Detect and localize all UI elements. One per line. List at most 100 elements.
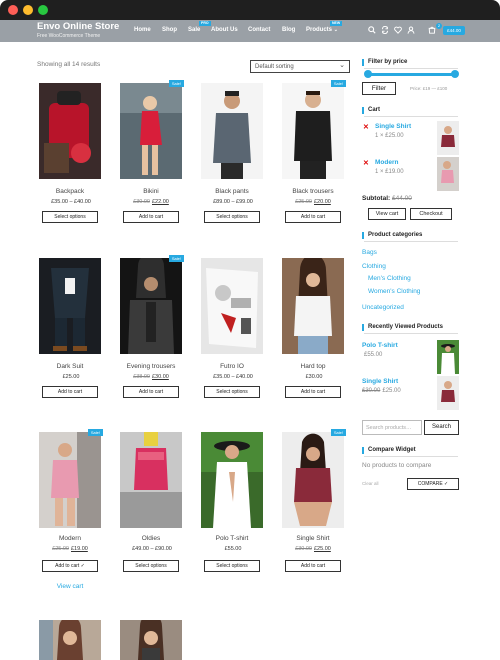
product-name[interactable]: Bikini (118, 188, 184, 195)
category-link-mens-clothing[interactable]: Men's Clothing (368, 275, 411, 282)
subtotal-label: Subtotal: (362, 195, 391, 202)
product-image[interactable] (39, 432, 101, 528)
recent-product-name[interactable]: Polo T-shirt (362, 342, 398, 349)
product-name[interactable]: Single Shirt (280, 535, 346, 542)
product-name[interactable]: Backpack (37, 188, 103, 195)
select-options-button[interactable]: Select options (204, 211, 260, 223)
cart-item-thumbnail[interactable] (437, 157, 459, 191)
nav-item-shop[interactable]: Shop (162, 27, 177, 33)
product-price: £89.00 – £99.00 (199, 199, 265, 205)
cart-icon[interactable] (428, 26, 436, 37)
compare-button[interactable]: COMPARE ✓ (407, 478, 459, 490)
cart-item-name[interactable]: Single Shirt (375, 123, 411, 130)
user-icon[interactable] (407, 26, 415, 37)
product-image[interactable] (282, 258, 344, 354)
maximize-window-button[interactable] (38, 5, 48, 15)
remove-item-icon[interactable]: ✕ (363, 123, 369, 131)
product-image[interactable] (201, 432, 263, 528)
category-link-womens-clothing[interactable]: Women's Clothing (368, 288, 420, 295)
select-options-button[interactable]: Select options (204, 386, 260, 398)
old-price: £25.00 (295, 199, 312, 205)
add-to-cart-button[interactable]: Add to cart ✓ (42, 560, 98, 572)
product-name[interactable]: Black pants (199, 188, 265, 195)
current-price: £25.00 (62, 374, 80, 380)
cart-item-name[interactable]: Modern (375, 159, 398, 166)
product-image[interactable] (201, 83, 263, 179)
cart-item-thumbnail[interactable] (437, 121, 459, 155)
sorting-select[interactable]: Default sorting ⌄ (250, 60, 350, 73)
product-name[interactable]: Hard top (280, 363, 346, 370)
add-to-cart-button[interactable]: Add to cart (285, 386, 341, 398)
select-options-button[interactable]: Select options (42, 211, 98, 223)
filter-button[interactable]: Filter (362, 82, 396, 95)
view-cart-button[interactable]: View cart (368, 208, 406, 220)
sale-badge: Sale! (87, 429, 103, 436)
select-options-button[interactable]: Select options (123, 560, 179, 572)
select-options-button[interactable]: Select options (204, 560, 260, 572)
nav-item-home[interactable]: Home (134, 27, 151, 33)
add-to-cart-button[interactable]: Add to cart (123, 386, 179, 398)
recent-product-thumbnail[interactable] (437, 376, 459, 410)
product-image[interactable] (120, 620, 182, 660)
add-to-cart-button[interactable]: Add to cart (285, 560, 341, 572)
current-price: £19.00 (71, 546, 88, 552)
heart-icon[interactable] (394, 26, 402, 37)
cart-subtotal: Subtotal: £44.00 (362, 195, 412, 202)
nav-item-contact[interactable]: Contact (248, 27, 270, 33)
product-name[interactable]: Oldies (118, 535, 184, 542)
remove-item-icon[interactable]: ✕ (363, 159, 369, 167)
current-price: £22.00 (152, 199, 169, 205)
site-title[interactable]: Envo Online Store (37, 21, 119, 32)
header-cart-total[interactable]: £44.00 (443, 26, 465, 35)
price-slider-track[interactable] (368, 73, 455, 76)
product-image[interactable] (282, 432, 344, 528)
product-name[interactable]: Dark Suit (37, 363, 103, 370)
product-image[interactable] (120, 258, 182, 354)
product-name[interactable]: Futro IO (199, 363, 265, 370)
product-search-input[interactable]: Search products… (362, 420, 422, 435)
recent-product-name[interactable]: Single Shirt (362, 378, 398, 385)
site-header: Envo Online Store Free WooCommerce Theme… (0, 20, 500, 42)
category-link-bags[interactable]: Bags (362, 249, 377, 256)
window-titlebar (0, 0, 500, 20)
price-slider-min-handle[interactable] (364, 70, 372, 78)
product-image[interactable] (39, 258, 101, 354)
product-image[interactable] (282, 83, 344, 179)
clear-all-link[interactable]: Clear all (362, 481, 379, 486)
cart-item-quantity: 1 × £19.00 (375, 169, 404, 175)
category-link-clothing[interactable]: Clothing (362, 263, 386, 270)
checkout-button[interactable]: Checkout (410, 208, 452, 220)
current-price: £35.00 – £40.00 (51, 199, 91, 205)
current-price: £25.00 (382, 388, 401, 394)
search-button[interactable]: Search (424, 420, 459, 435)
product-image[interactable] (120, 83, 182, 179)
product-price: £49.00 – £90.00 (118, 546, 184, 552)
product-price: £30.00 £22.00 (118, 199, 184, 205)
recent-product-thumbnail[interactable] (437, 340, 459, 374)
nav-item-about-us[interactable]: About Us (211, 27, 238, 33)
category-link-uncategorized[interactable]: Uncategorized (362, 304, 404, 311)
product-image[interactable] (39, 83, 101, 179)
view-cart-link[interactable]: View cart (37, 583, 103, 590)
product-name[interactable]: Evening trousers (118, 363, 184, 370)
nav-item-sale[interactable]: Sale PRO (188, 21, 211, 33)
product-image[interactable] (201, 258, 263, 354)
product-image[interactable] (120, 432, 182, 528)
add-to-cart-button[interactable]: Add to cart (285, 211, 341, 223)
compare-icon[interactable] (381, 25, 389, 37)
nav-item-products[interactable]: Products ⌄ NEW (306, 21, 343, 33)
close-window-button[interactable] (8, 5, 18, 15)
add-to-cart-button[interactable]: Add to cart (123, 211, 179, 223)
product-name[interactable]: Modern (37, 535, 103, 542)
add-to-cart-button[interactable]: Add to cart (42, 386, 98, 398)
minimize-window-button[interactable] (23, 5, 33, 15)
product-price: £30.00 (280, 374, 346, 380)
product-price: £55.00 (199, 546, 265, 552)
product-name[interactable]: Polo T-shirt (199, 535, 265, 542)
nav-item-blog[interactable]: Blog (282, 27, 295, 33)
sale-badge: Sale! (168, 80, 184, 87)
search-icon[interactable] (368, 26, 376, 37)
product-name[interactable]: Black trousers (280, 188, 346, 195)
price-slider-max-handle[interactable] (451, 70, 459, 78)
product-image[interactable] (39, 620, 101, 660)
